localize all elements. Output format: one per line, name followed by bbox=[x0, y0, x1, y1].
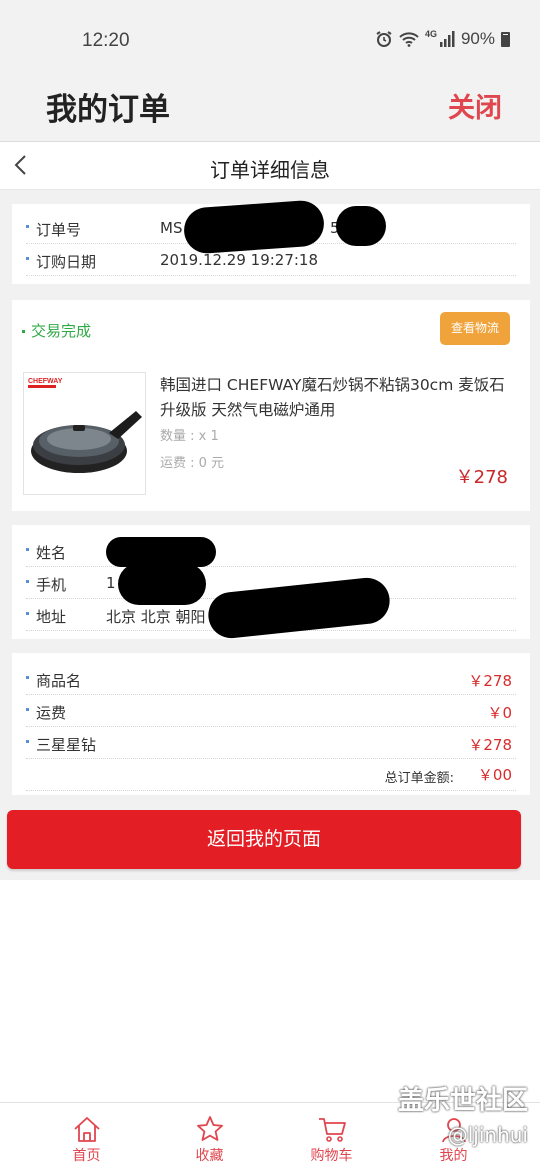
nav-bar: 订单详细信息 bbox=[0, 143, 540, 190]
order-info-card: 订单号 MS 5 4 订购日期 2019.12.29 19:27:18 bbox=[12, 199, 530, 284]
order-total-value: ￥00 bbox=[477, 766, 512, 784]
signal-icon bbox=[439, 31, 455, 47]
product-image: CHEFWAY bbox=[23, 372, 146, 495]
wifi-icon bbox=[399, 32, 419, 47]
summary-row: 商品名 ￥278 bbox=[26, 663, 516, 695]
recipient-name-label: 姓名 bbox=[36, 544, 67, 562]
tab-favorites-label: 收藏 bbox=[195, 1148, 224, 1164]
recipient-address-row: 地址 北京 北京 朝阳 bbox=[26, 575, 516, 641]
product-quantity: 数量 : x 1 bbox=[160, 429, 219, 444]
tab-my-label: 我的 bbox=[439, 1148, 468, 1164]
watermark-community: 盖乐世社区 bbox=[397, 1086, 528, 1116]
order-date-value: 2019.12.29 19:27:18 bbox=[160, 251, 319, 269]
status-time: 12:20 bbox=[82, 30, 130, 51]
recipient-phone-prefix: 1 bbox=[106, 574, 116, 592]
network-type: 4G bbox=[424, 29, 437, 39]
close-button[interactable]: 关闭 bbox=[448, 86, 502, 125]
order-number-row: 订单号 MS 5 4 bbox=[26, 199, 516, 255]
summary-label: 三星星钻 bbox=[36, 736, 97, 754]
recipient-card: 姓名 手机 1 地址 北京 北京 朝阳 bbox=[12, 525, 530, 641]
recipient-phone-label: 手机 bbox=[36, 576, 67, 594]
summary-value: ￥278 bbox=[468, 672, 512, 690]
view-logistics-button[interactable]: 查看物流 bbox=[440, 312, 510, 345]
summary-row: 三星星钻 ￥278 bbox=[26, 727, 516, 759]
recipient-address-label: 地址 bbox=[36, 608, 67, 626]
tab-cart-label: 购物车 bbox=[310, 1148, 353, 1164]
alarm-icon bbox=[376, 31, 392, 47]
home-icon bbox=[73, 1117, 100, 1142]
summary-row: 运费 ￥0 bbox=[26, 695, 516, 727]
cart-icon bbox=[318, 1118, 346, 1142]
order-number-label: 订单号 bbox=[36, 221, 82, 239]
battery-icon bbox=[501, 31, 510, 47]
price-summary-card: 商品名 ￥278 运费 ￥0 三星星钻 ￥278 总订单金额: ￥00 bbox=[12, 653, 530, 795]
product-price: ￥278 bbox=[455, 467, 508, 488]
summary-value: ￥278 bbox=[468, 736, 512, 754]
product-shipping: 运费 : 0 元 bbox=[160, 456, 225, 471]
nav-title: 订单详细信息 bbox=[210, 158, 330, 182]
watermark-user: @ljinhui bbox=[447, 1123, 528, 1147]
order-date-row: 订购日期 2019.12.29 19:27:18 bbox=[26, 244, 516, 276]
svg-text:CHEFWAY: CHEFWAY bbox=[28, 378, 63, 385]
order-date-label: 订购日期 bbox=[36, 253, 97, 271]
summary-value: ￥0 bbox=[487, 704, 512, 722]
status-bar: 12:20 4G 90% bbox=[0, 0, 540, 76]
tab-cart[interactable]: 购物车 bbox=[264, 1103, 399, 1170]
page-title: 我的订单 bbox=[46, 92, 170, 128]
battery-percent: 90% bbox=[460, 29, 495, 48]
star-icon bbox=[196, 1116, 223, 1141]
status-icons: 4G 90% bbox=[375, 29, 510, 49]
product-name[interactable]: 韩国进口 CHEFWAY魔石炒锅不粘锅30cm 麦饭石升级版 天然气电磁炉通用 bbox=[160, 373, 510, 423]
summary-label: 商品名 bbox=[36, 672, 82, 690]
watermark: 盖乐世社区 @ljinhui bbox=[398, 1080, 528, 1147]
order-total-row: 总订单金额: ￥00 bbox=[26, 759, 516, 791]
tab-favorites[interactable]: 收藏 bbox=[142, 1103, 277, 1170]
redaction-mark bbox=[336, 206, 386, 246]
tab-home-label: 首页 bbox=[72, 1148, 101, 1164]
order-number-prefix: MS bbox=[160, 219, 183, 237]
app-bar: 我的订单 关闭 bbox=[0, 76, 540, 142]
pan-image: CHEFWAY bbox=[27, 376, 142, 473]
tab-home[interactable]: 首页 bbox=[19, 1103, 154, 1170]
order-total-label: 总订单金额: bbox=[384, 771, 454, 786]
recipient-name-row: 姓名 bbox=[26, 535, 516, 567]
return-to-my-page-button[interactable]: 返回我的页面 bbox=[7, 810, 521, 869]
product-card[interactable]: CHEFWAY 韩国进口 CHEFWAY魔石炒锅不粘锅30cm 麦饭石升级版 天… bbox=[12, 355, 530, 511]
trade-status: 交易完成 bbox=[22, 320, 91, 341]
summary-label: 运费 bbox=[36, 704, 67, 722]
recipient-address-value: 北京 北京 朝阳 bbox=[106, 608, 206, 626]
